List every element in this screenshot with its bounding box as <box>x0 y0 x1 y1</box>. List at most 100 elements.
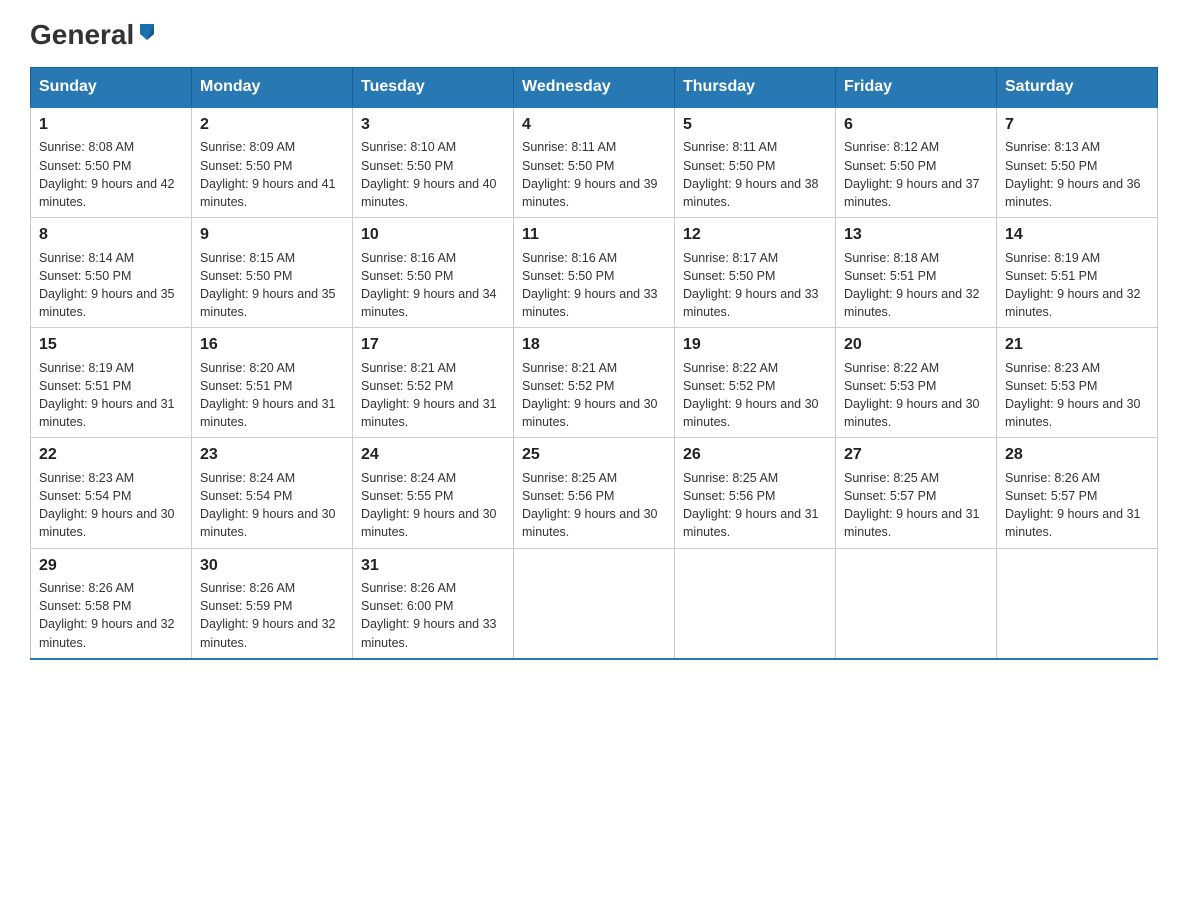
calendar-cell: 11 Sunrise: 8:16 AMSunset: 5:50 PMDaylig… <box>514 218 675 328</box>
calendar-cell: 22 Sunrise: 8:23 AMSunset: 5:54 PMDaylig… <box>31 438 192 548</box>
weekday-header-saturday: Saturday <box>997 68 1158 108</box>
day-number: 12 <box>683 224 827 246</box>
day-number: 11 <box>522 224 666 246</box>
day-info: Sunrise: 8:26 AMSunset: 5:59 PMDaylight:… <box>200 581 336 650</box>
calendar-week-row: 22 Sunrise: 8:23 AMSunset: 5:54 PMDaylig… <box>31 438 1158 548</box>
weekday-header-row: SundayMondayTuesdayWednesdayThursdayFrid… <box>31 68 1158 108</box>
calendar-cell: 21 Sunrise: 8:23 AMSunset: 5:53 PMDaylig… <box>997 328 1158 438</box>
calendar-cell: 24 Sunrise: 8:24 AMSunset: 5:55 PMDaylig… <box>353 438 514 548</box>
weekday-header-tuesday: Tuesday <box>353 68 514 108</box>
day-number: 4 <box>522 114 666 136</box>
weekday-header-friday: Friday <box>836 68 997 108</box>
day-number: 16 <box>200 334 344 356</box>
calendar-cell: 13 Sunrise: 8:18 AMSunset: 5:51 PMDaylig… <box>836 218 997 328</box>
day-number: 24 <box>361 444 505 466</box>
calendar-cell: 25 Sunrise: 8:25 AMSunset: 5:56 PMDaylig… <box>514 438 675 548</box>
calendar-cell: 17 Sunrise: 8:21 AMSunset: 5:52 PMDaylig… <box>353 328 514 438</box>
day-info: Sunrise: 8:26 AMSunset: 6:00 PMDaylight:… <box>361 581 497 650</box>
logo: General <box>30 20 158 47</box>
weekday-header-thursday: Thursday <box>675 68 836 108</box>
calendar-cell <box>514 548 675 659</box>
day-number: 9 <box>200 224 344 246</box>
day-info: Sunrise: 8:25 AMSunset: 5:57 PMDaylight:… <box>844 471 980 540</box>
day-info: Sunrise: 8:12 AMSunset: 5:50 PMDaylight:… <box>844 140 980 209</box>
day-info: Sunrise: 8:16 AMSunset: 5:50 PMDaylight:… <box>361 251 497 320</box>
logo-general: General <box>30 21 134 49</box>
calendar-cell: 19 Sunrise: 8:22 AMSunset: 5:52 PMDaylig… <box>675 328 836 438</box>
day-number: 26 <box>683 444 827 466</box>
calendar-cell: 3 Sunrise: 8:10 AMSunset: 5:50 PMDayligh… <box>353 107 514 218</box>
day-info: Sunrise: 8:15 AMSunset: 5:50 PMDaylight:… <box>200 251 336 320</box>
day-number: 10 <box>361 224 505 246</box>
day-info: Sunrise: 8:26 AMSunset: 5:57 PMDaylight:… <box>1005 471 1141 540</box>
weekday-header-wednesday: Wednesday <box>514 68 675 108</box>
calendar-cell: 2 Sunrise: 8:09 AMSunset: 5:50 PMDayligh… <box>192 107 353 218</box>
day-number: 8 <box>39 224 183 246</box>
day-info: Sunrise: 8:09 AMSunset: 5:50 PMDaylight:… <box>200 140 336 209</box>
calendar-week-row: 1 Sunrise: 8:08 AMSunset: 5:50 PMDayligh… <box>31 107 1158 218</box>
day-info: Sunrise: 8:14 AMSunset: 5:50 PMDaylight:… <box>39 251 175 320</box>
day-info: Sunrise: 8:20 AMSunset: 5:51 PMDaylight:… <box>200 361 336 430</box>
weekday-header-monday: Monday <box>192 68 353 108</box>
page-header: General <box>30 20 1158 47</box>
calendar-cell: 26 Sunrise: 8:25 AMSunset: 5:56 PMDaylig… <box>675 438 836 548</box>
calendar-cell: 4 Sunrise: 8:11 AMSunset: 5:50 PMDayligh… <box>514 107 675 218</box>
day-number: 25 <box>522 444 666 466</box>
calendar-cell: 5 Sunrise: 8:11 AMSunset: 5:50 PMDayligh… <box>675 107 836 218</box>
day-number: 17 <box>361 334 505 356</box>
day-info: Sunrise: 8:21 AMSunset: 5:52 PMDaylight:… <box>361 361 497 430</box>
calendar-cell: 6 Sunrise: 8:12 AMSunset: 5:50 PMDayligh… <box>836 107 997 218</box>
day-info: Sunrise: 8:10 AMSunset: 5:50 PMDaylight:… <box>361 140 497 209</box>
calendar-cell: 23 Sunrise: 8:24 AMSunset: 5:54 PMDaylig… <box>192 438 353 548</box>
day-number: 21 <box>1005 334 1149 356</box>
calendar-cell: 9 Sunrise: 8:15 AMSunset: 5:50 PMDayligh… <box>192 218 353 328</box>
day-info: Sunrise: 8:08 AMSunset: 5:50 PMDaylight:… <box>39 140 175 209</box>
day-number: 1 <box>39 114 183 136</box>
calendar-cell: 7 Sunrise: 8:13 AMSunset: 5:50 PMDayligh… <box>997 107 1158 218</box>
day-number: 15 <box>39 334 183 356</box>
calendar-cell: 10 Sunrise: 8:16 AMSunset: 5:50 PMDaylig… <box>353 218 514 328</box>
calendar-cell: 15 Sunrise: 8:19 AMSunset: 5:51 PMDaylig… <box>31 328 192 438</box>
calendar-cell: 18 Sunrise: 8:21 AMSunset: 5:52 PMDaylig… <box>514 328 675 438</box>
day-number: 30 <box>200 555 344 577</box>
day-info: Sunrise: 8:23 AMSunset: 5:54 PMDaylight:… <box>39 471 175 540</box>
day-number: 19 <box>683 334 827 356</box>
day-number: 18 <box>522 334 666 356</box>
day-info: Sunrise: 8:16 AMSunset: 5:50 PMDaylight:… <box>522 251 658 320</box>
logo-arrow-icon <box>136 20 158 42</box>
day-info: Sunrise: 8:25 AMSunset: 5:56 PMDaylight:… <box>522 471 658 540</box>
day-number: 22 <box>39 444 183 466</box>
day-number: 31 <box>361 555 505 577</box>
calendar-cell: 29 Sunrise: 8:26 AMSunset: 5:58 PMDaylig… <box>31 548 192 659</box>
calendar-cell: 20 Sunrise: 8:22 AMSunset: 5:53 PMDaylig… <box>836 328 997 438</box>
day-number: 2 <box>200 114 344 136</box>
calendar-cell <box>675 548 836 659</box>
calendar-week-row: 8 Sunrise: 8:14 AMSunset: 5:50 PMDayligh… <box>31 218 1158 328</box>
day-number: 7 <box>1005 114 1149 136</box>
day-info: Sunrise: 8:26 AMSunset: 5:58 PMDaylight:… <box>39 581 175 650</box>
calendar-cell <box>836 548 997 659</box>
day-info: Sunrise: 8:19 AMSunset: 5:51 PMDaylight:… <box>1005 251 1141 320</box>
day-number: 27 <box>844 444 988 466</box>
day-info: Sunrise: 8:11 AMSunset: 5:50 PMDaylight:… <box>683 140 819 209</box>
day-info: Sunrise: 8:24 AMSunset: 5:55 PMDaylight:… <box>361 471 497 540</box>
day-info: Sunrise: 8:11 AMSunset: 5:50 PMDaylight:… <box>522 140 658 209</box>
day-info: Sunrise: 8:13 AMSunset: 5:50 PMDaylight:… <box>1005 140 1141 209</box>
day-number: 20 <box>844 334 988 356</box>
calendar-cell: 14 Sunrise: 8:19 AMSunset: 5:51 PMDaylig… <box>997 218 1158 328</box>
day-number: 5 <box>683 114 827 136</box>
weekday-header-sunday: Sunday <box>31 68 192 108</box>
day-number: 13 <box>844 224 988 246</box>
calendar-cell: 28 Sunrise: 8:26 AMSunset: 5:57 PMDaylig… <box>997 438 1158 548</box>
calendar-cell: 16 Sunrise: 8:20 AMSunset: 5:51 PMDaylig… <box>192 328 353 438</box>
calendar-cell: 1 Sunrise: 8:08 AMSunset: 5:50 PMDayligh… <box>31 107 192 218</box>
calendar-cell: 31 Sunrise: 8:26 AMSunset: 6:00 PMDaylig… <box>353 548 514 659</box>
day-number: 23 <box>200 444 344 466</box>
calendar-cell: 12 Sunrise: 8:17 AMSunset: 5:50 PMDaylig… <box>675 218 836 328</box>
calendar-table: SundayMondayTuesdayWednesdayThursdayFrid… <box>30 67 1158 660</box>
day-info: Sunrise: 8:25 AMSunset: 5:56 PMDaylight:… <box>683 471 819 540</box>
day-info: Sunrise: 8:21 AMSunset: 5:52 PMDaylight:… <box>522 361 658 430</box>
calendar-week-row: 15 Sunrise: 8:19 AMSunset: 5:51 PMDaylig… <box>31 328 1158 438</box>
calendar-week-row: 29 Sunrise: 8:26 AMSunset: 5:58 PMDaylig… <box>31 548 1158 659</box>
day-info: Sunrise: 8:19 AMSunset: 5:51 PMDaylight:… <box>39 361 175 430</box>
